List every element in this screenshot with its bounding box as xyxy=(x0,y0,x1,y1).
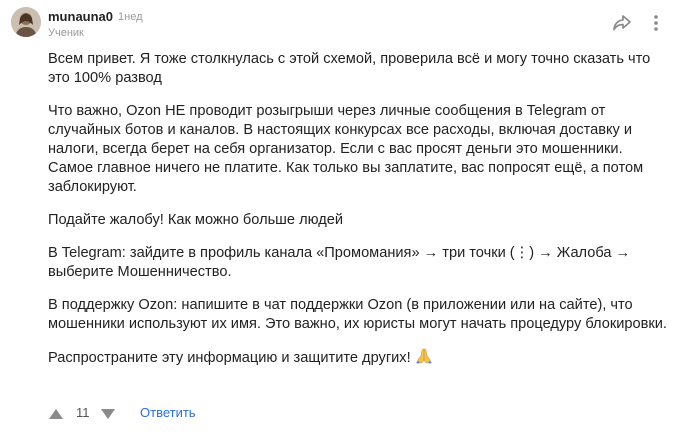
comment-paragraph: Всем привет. Я тоже столкнулась с этой с… xyxy=(48,51,651,86)
more-vertical-icon[interactable] xyxy=(644,11,668,35)
comment-last-paragraph: Распространите эту информацию и защитите… xyxy=(48,348,670,368)
triangle-down-icon[interactable] xyxy=(100,407,116,419)
reply-button[interactable]: Ответить xyxy=(140,405,196,421)
user-avatar-icon[interactable] xyxy=(11,7,41,37)
folded-hands-icon xyxy=(415,348,433,364)
author-role: Ученик xyxy=(48,27,84,39)
share-icon[interactable] xyxy=(610,11,634,35)
author-name[interactable]: munauna0 xyxy=(48,9,113,25)
comment-paragraph: Распространите эту информацию и защитите… xyxy=(48,350,411,366)
comment-paragraph: Подайте жалобу! Как можно больше людей xyxy=(48,212,343,228)
vote-count: 11 xyxy=(76,405,90,420)
comment-paragraph: В поддержку Ozon: напишите в чат поддерж… xyxy=(48,297,667,332)
comment-paragraph: В Telegram: зайдите в профиль канала «Пр… xyxy=(48,245,631,280)
triangle-up-icon[interactable] xyxy=(48,407,64,419)
comment-body: Всем привет. Я тоже столкнулась с этой с… xyxy=(48,50,670,382)
comment-card: munauna0 1нед Ученик Всем привет. Я тоже… xyxy=(0,0,678,440)
comment-paragraph: Что важно, Ozon НЕ проводит розыгрыши че… xyxy=(48,103,644,195)
comment-time: 1нед xyxy=(118,11,143,23)
